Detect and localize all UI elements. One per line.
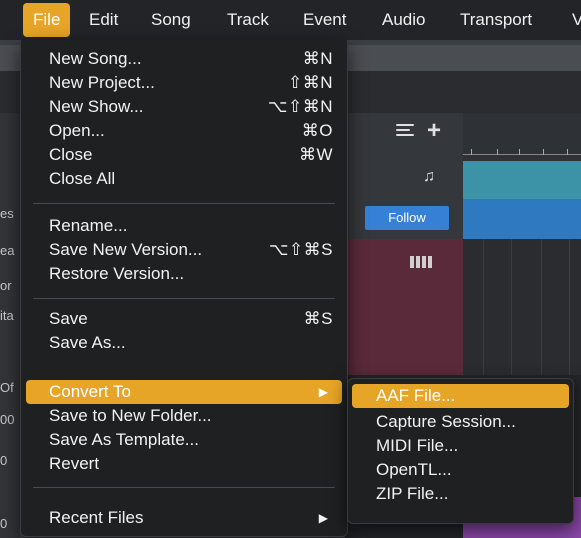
menu-item-shortcut: ⇧⌘N (287, 73, 333, 92)
menu-item-label: New Song... (49, 49, 142, 68)
track-lane-blue[interactable] (463, 199, 581, 239)
submenu-item-label: OpenTL... (376, 460, 452, 479)
menu-item-label: Save New Version... (49, 240, 203, 259)
chevron-right-icon: ▶ (318, 511, 328, 525)
menu-file[interactable]: File (23, 3, 71, 37)
file-menu: New Song... ⌘N New Project... ⇧⌘N New Sh… (20, 40, 348, 537)
bg-left-fragment: 0 (0, 516, 8, 531)
menu-item-restore-version[interactable]: Restore Version... (26, 262, 342, 286)
menu-item-label: Convert To (49, 382, 131, 401)
menu-item-label: Recent Files (49, 508, 144, 527)
menu-item-shortcut: ⌘W (298, 145, 333, 164)
submenu-item-capture-session[interactable]: Capture Session... (352, 410, 569, 434)
menu-item-label: Save (49, 309, 88, 328)
instrument-track-header[interactable] (345, 239, 463, 375)
bg-left-fragment: Of (0, 380, 14, 395)
menu-view[interactable]: V (572, 0, 581, 40)
menu-item-revert[interactable]: Revert (26, 452, 342, 476)
menu-item-save-as[interactable]: Save As... (26, 331, 342, 355)
menu-item-new-project[interactable]: New Project... ⇧⌘N (26, 71, 342, 95)
menu-item-label: Rename... (49, 216, 128, 235)
track-lane-teal[interactable] (463, 161, 581, 199)
menu-item-save-as-template[interactable]: Save As Template... (26, 428, 342, 452)
menu-bar: File Edit Song Track Event Audio Transpo… (0, 0, 581, 40)
submenu-item-aaf-file[interactable]: AAF File... (352, 384, 569, 408)
menu-separator (33, 487, 335, 488)
menu-item-label: New Show... (49, 97, 144, 116)
menu-item-label: Save to New Folder... (49, 406, 212, 425)
menu-separator (33, 203, 335, 204)
menu-item-close[interactable]: Close ⌘W (26, 143, 342, 167)
bg-left-panel (0, 113, 20, 538)
menu-item-shortcut: ⌥⇧⌘S (268, 240, 333, 259)
chevron-right-icon: ▶ (318, 385, 328, 399)
menu-edit[interactable]: Edit (89, 0, 118, 40)
list-icon[interactable] (396, 122, 414, 138)
menu-item-label: Open... (49, 121, 105, 140)
submenu-item-zip-file[interactable]: ZIP File... (352, 482, 569, 506)
menu-audio[interactable]: Audio (382, 0, 425, 40)
convert-to-submenu: AAF File... Capture Session... MIDI File… (347, 378, 574, 524)
track-header-row (345, 161, 463, 199)
menu-item-label: Save As... (49, 333, 126, 352)
menu-item-recent-files[interactable]: Recent Files ▶ (26, 506, 342, 530)
menu-item-open[interactable]: Open... ⌘O (26, 119, 342, 143)
menu-item-shortcut: ⌘N (302, 49, 333, 68)
bg-left-fragment: or (0, 278, 12, 293)
menu-event[interactable]: Event (303, 0, 346, 40)
menu-item-save-to-new-folder[interactable]: Save to New Folder... (26, 404, 342, 428)
menu-item-shortcut: ⌘S (303, 309, 333, 328)
bg-left-fragment: ea (0, 243, 15, 258)
plus-icon[interactable]: + (427, 119, 441, 143)
submenu-item-label: MIDI File... (376, 436, 459, 455)
bg-left-fragment: 0 (0, 453, 8, 468)
submenu-item-midi-file[interactable]: MIDI File... (352, 434, 569, 458)
menu-item-label: Restore Version... (49, 264, 185, 283)
menu-item-label: New Project... (49, 73, 155, 92)
menu-separator (33, 298, 335, 299)
menu-item-save[interactable]: Save ⌘S (26, 307, 342, 331)
submenu-item-label: Capture Session... (376, 412, 516, 431)
piano-keys-icon (410, 256, 436, 268)
menu-item-new-song[interactable]: New Song... ⌘N (26, 47, 342, 71)
bg-left-fragment: ita (0, 308, 14, 323)
timeline-ruler[interactable] (463, 113, 581, 161)
menu-item-label: Close All (49, 169, 116, 188)
menu-track[interactable]: Track (227, 0, 269, 40)
menu-item-convert-to[interactable]: Convert To ▶ (26, 380, 342, 404)
submenu-item-label: ZIP File... (376, 484, 449, 503)
menu-item-rename[interactable]: Rename... (26, 214, 342, 238)
bg-left-fragment: es (0, 206, 14, 221)
menu-item-label: Revert (49, 454, 100, 473)
menu-item-label: Save As Template... (49, 430, 199, 449)
bg-left-fragment: 00 (0, 412, 15, 427)
menu-item-shortcut: ⌥⇧⌘N (267, 97, 333, 116)
menu-item-save-new-version[interactable]: Save New Version... ⌥⇧⌘S (26, 238, 342, 262)
menu-transport[interactable]: Transport (460, 0, 532, 40)
menu-song[interactable]: Song (151, 0, 191, 40)
follow-button[interactable]: Follow (365, 206, 449, 230)
menu-item-label: Close (49, 145, 93, 164)
submenu-item-label: AAF File... (376, 386, 456, 405)
menu-item-shortcut: ⌘O (301, 121, 333, 140)
menu-item-close-all[interactable]: Close All (26, 167, 342, 191)
submenu-item-opentl[interactable]: OpenTL... (352, 458, 569, 482)
music-note-icon: ♫ (423, 168, 435, 185)
menu-item-new-show[interactable]: New Show... ⌥⇧⌘N (26, 95, 342, 119)
